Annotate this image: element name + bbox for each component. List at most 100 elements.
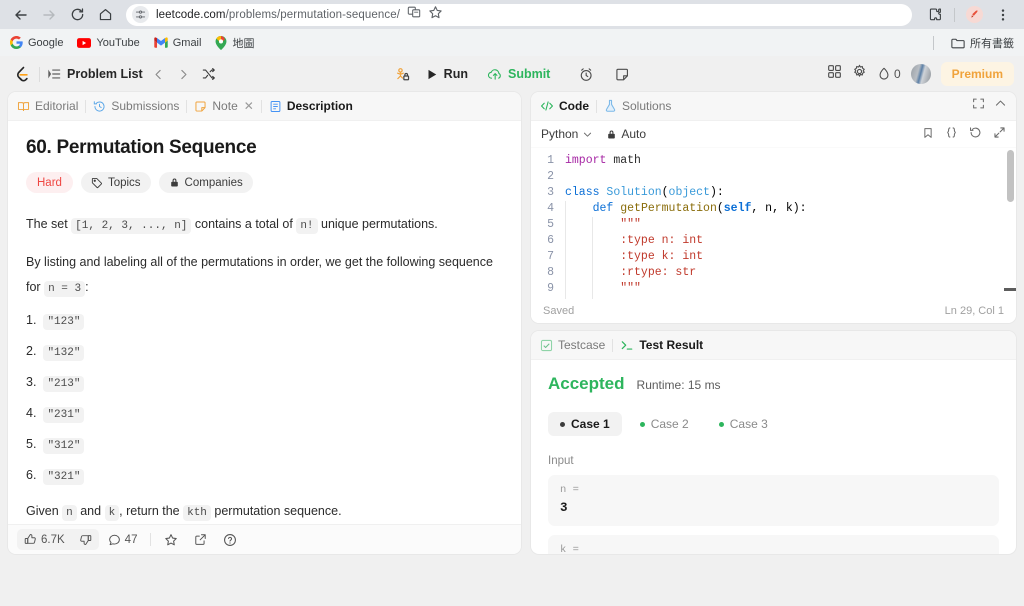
bookmark-star-icon[interactable] <box>428 5 443 25</box>
run-button[interactable]: Run <box>416 61 479 87</box>
case-status-dot <box>560 421 565 427</box>
input-field-k[interactable]: k = 3 <box>548 535 999 554</box>
chrome-menu-icon[interactable] <box>990 2 1016 28</box>
tab-label: Submissions <box>111 99 180 113</box>
site-settings-icon[interactable] <box>132 6 149 23</box>
share-button[interactable] <box>187 533 214 546</box>
description-card: Editorial Submissions Note ✕ Description… <box>8 92 521 554</box>
tag-icon <box>91 177 102 188</box>
share-icon <box>195 534 207 545</box>
collapse-chevron-up-icon[interactable] <box>994 97 1007 115</box>
premium-button[interactable]: Premium <box>940 62 1014 86</box>
case-status-dot <box>718 421 724 427</box>
line-content: def getPermutation(self, n, k): <box>565 201 807 217</box>
case-tab-1[interactable]: Case 1 <box>548 412 622 436</box>
tab-label: Note <box>212 99 238 113</box>
companies-button[interactable]: Companies <box>158 172 253 193</box>
topics-button[interactable]: Topics <box>80 172 151 193</box>
tab-code[interactable]: Code <box>540 99 589 113</box>
lock-icon <box>170 178 178 187</box>
back-arrow-icon[interactable] <box>8 2 34 28</box>
tab-description[interactable]: Description <box>269 99 353 113</box>
case-label: Case 3 <box>729 417 768 431</box>
leetcode-logo-icon[interactable] <box>10 63 32 85</box>
permutation-value: "312" <box>43 438 85 454</box>
tab-label: Solutions <box>622 99 672 113</box>
tab-submissions[interactable]: Submissions <box>93 99 179 113</box>
problem-list-button[interactable]: Problem List <box>47 67 143 81</box>
companies-label: Companies <box>184 176 243 189</box>
timer-icon[interactable] <box>571 61 602 87</box>
comments-button[interactable]: 47 <box>101 533 145 546</box>
input-key: k = <box>560 544 579 554</box>
shuffle-icon[interactable] <box>200 63 218 85</box>
format-braces-icon[interactable] <box>945 126 958 142</box>
address-bar[interactable]: leetcode.com/problems/permutation-sequen… <box>126 3 912 26</box>
save-status: Saved <box>543 305 575 317</box>
bookmark-google[interactable]: Google <box>10 36 63 49</box>
code-scrollbar[interactable] <box>1007 150 1014 202</box>
footer-divider <box>150 533 152 546</box>
translate-icon[interactable] <box>407 5 421 24</box>
extensions-puzzle-icon[interactable] <box>922 2 948 28</box>
pane-resize-handle[interactable] <box>521 92 531 554</box>
code-line: 9 """ <box>531 281 1016 297</box>
streak-counter[interactable]: 0 <box>877 67 901 81</box>
line-number: 10 <box>531 297 565 299</box>
all-bookmarks-button[interactable]: 所有書籤 <box>951 35 1014 51</box>
para1-code1: [1, 2, 3, ..., n] <box>71 218 192 234</box>
bookmark-label: Google <box>28 36 64 49</box>
bookmark-maps[interactable]: 地圖 <box>215 35 254 51</box>
bookmark-icon[interactable] <box>922 127 934 142</box>
favorite-button[interactable] <box>157 533 185 547</box>
tab-divider <box>596 99 597 113</box>
reset-code-icon[interactable] <box>969 126 982 142</box>
apps-grid-icon[interactable] <box>827 64 842 84</box>
url-domain: leetcode.com <box>156 8 226 21</box>
topics-label: Topics <box>107 176 141 189</box>
tab-divider <box>260 99 262 113</box>
problem-paragraph-3: Given n and k, return the kth permutatio… <box>26 499 503 524</box>
upvote-count: 6.7K <box>41 533 65 546</box>
bookmark-youtube[interactable]: YouTube <box>77 36 140 50</box>
expand-editor-icon[interactable] <box>993 126 1006 142</box>
code-editor[interactable]: 1 import math 2 3 class Solution(object): … <box>531 148 1016 299</box>
code-minimap-marker <box>1004 288 1016 291</box>
user-avatar[interactable] <box>910 64 931 84</box>
auto-toggle[interactable]: Auto <box>606 127 646 141</box>
debug-lock-icon[interactable] <box>386 61 417 87</box>
vote-group: 6.7K <box>17 529 99 550</box>
case-tab-2[interactable]: Case 2 <box>628 412 701 436</box>
reload-icon[interactable] <box>64 2 90 28</box>
next-problem-icon[interactable] <box>175 63 193 85</box>
tab-testcase[interactable]: Testcase <box>540 338 605 352</box>
home-icon[interactable] <box>92 2 118 28</box>
input-value: 3 <box>560 501 568 515</box>
leetcode-app: Problem List Run Submit 0 Premium Editor… <box>0 56 1024 562</box>
prev-problem-icon[interactable] <box>150 63 168 85</box>
tab-editorial[interactable]: Editorial <box>17 99 78 113</box>
note-panel-icon[interactable] <box>607 61 638 87</box>
page-title: 60. Permutation Sequence <box>26 137 257 158</box>
tab-note[interactable]: Note ✕ <box>194 99 254 113</box>
submit-button[interactable]: Submit <box>478 61 562 87</box>
help-button[interactable] <box>216 533 244 547</box>
forward-arrow-icon[interactable] <box>36 2 62 28</box>
fullscreen-icon[interactable] <box>972 97 985 115</box>
case-tab-3[interactable]: Case 3 <box>707 412 780 436</box>
code-line: 6 :type n: int <box>531 233 1016 249</box>
tab-solutions[interactable]: Solutions <box>604 99 671 113</box>
tab-test-result[interactable]: Test Result <box>620 338 703 352</box>
profile-avatar[interactable] <box>961 2 987 28</box>
gear-icon[interactable] <box>852 64 867 84</box>
language-selector[interactable]: Python <box>541 127 593 141</box>
close-icon[interactable]: ✕ <box>244 99 254 113</box>
bookmark-gmail[interactable]: Gmail <box>153 37 201 49</box>
downvote-button[interactable] <box>72 533 99 546</box>
description-pane: Editorial Submissions Note ✕ Description… <box>8 92 521 554</box>
input-field-n[interactable]: n = 3 <box>548 475 999 526</box>
upvote-button[interactable]: 6.7K <box>17 533 72 546</box>
book-icon <box>17 101 30 111</box>
runtime-text: Runtime: 15 ms <box>636 378 721 392</box>
bookmarks-bar: Google YouTube Gmail 地圖 所有書籤 <box>0 29 1024 56</box>
